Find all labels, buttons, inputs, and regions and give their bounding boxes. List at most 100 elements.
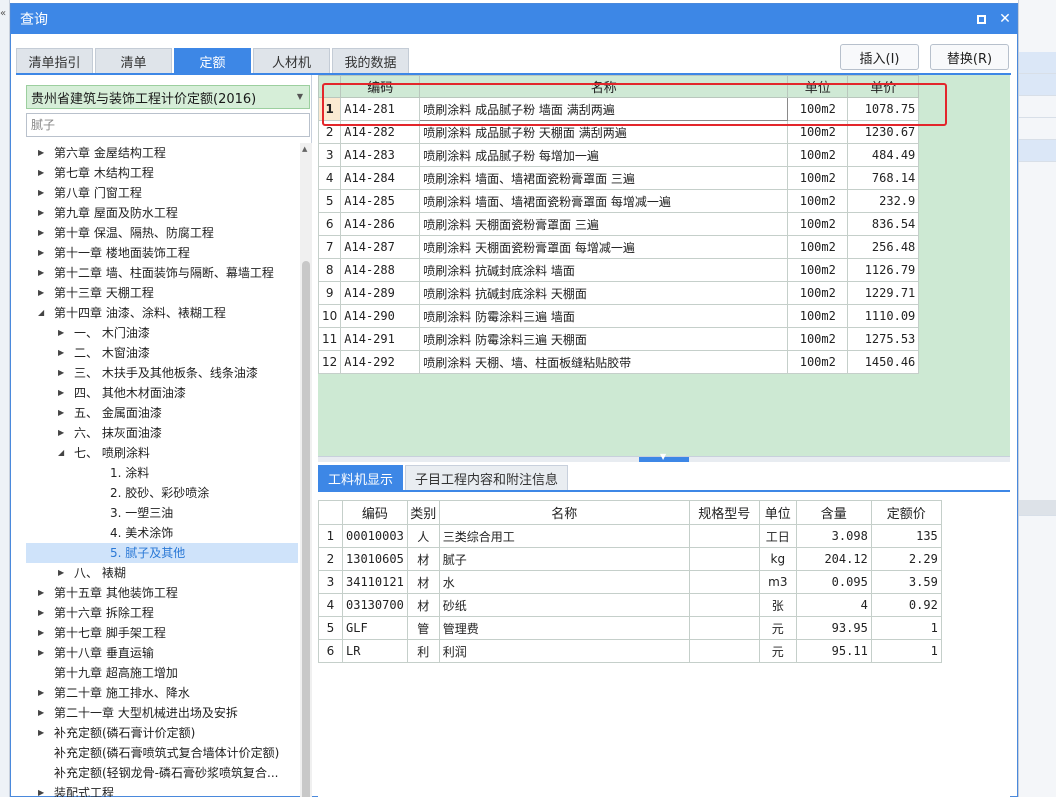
collapsed-arrow-icon[interactable]: ▶ <box>58 383 64 403</box>
tree-item[interactable]: ▶ 第十一章 楼地面装饰工程 <box>26 243 298 263</box>
table-row[interactable]: 2 A14-282 喷刷涂料 成品腻子粉 天棚面 满刮两遍 100m2 1230.67 <box>318 120 920 144</box>
resource-qty-cell[interactable]: 204.12 <box>795 547 872 571</box>
tree-item[interactable]: 补充定额(轻钢龙骨-磷石膏砂浆喷筑复合... <box>26 763 298 783</box>
quota-code-cell[interactable]: A14-281 <box>340 97 421 121</box>
table-row[interactable]: 5 GLF 管管理费 元 93.95 1 <box>318 616 942 640</box>
tree-item[interactable]: ▶ 四、 其他木材面油漆 <box>26 383 298 403</box>
tree-item[interactable]: 补充定额(磷石膏喷筑式复合墙体计价定额) <box>26 743 298 763</box>
resource-spec-cell[interactable] <box>688 593 760 617</box>
quota-library-select[interactable]: 贵州省建筑与装饰工程计价定额(2016) ▼ <box>26 85 310 109</box>
tree-item[interactable]: ▶ 第十章 保温、隔热、防腐工程 <box>26 223 298 243</box>
resource-price-cell[interactable]: 1 <box>870 639 942 663</box>
splitter-grip[interactable]: ▼ <box>639 452 689 462</box>
table-row[interactable]: 3 A14-283 喷刷涂料 成品腻子粉 每增加一遍 100m2 484.49 <box>318 143 920 167</box>
tree-item[interactable]: ▶ 三、 木扶手及其他板条、线条油漆 <box>26 363 298 383</box>
resource-qty-cell[interactable]: 93.95 <box>795 616 872 640</box>
collapsed-arrow-icon[interactable]: ▶ <box>38 163 44 183</box>
quota-code-cell[interactable]: A14-290 <box>340 304 421 328</box>
column-header-code[interactable]: 编码 <box>342 500 408 525</box>
tree-item[interactable]: ▶ 六、 抹灰面油漆 <box>26 423 298 443</box>
tab-labor-material-machine[interactable]: 人材机 <box>253 48 330 74</box>
resource-qty-cell[interactable]: 95.11 <box>795 639 872 663</box>
tree-item[interactable]: ▶ 第十七章 脚手架工程 <box>26 623 298 643</box>
quota-name-cell[interactable]: 喷刷涂料 天棚面瓷粉膏罩面 每增减一遍 <box>419 235 789 259</box>
tab-quota[interactable]: 定额 <box>174 48 251 74</box>
quota-code-cell[interactable]: A14-283 <box>340 143 421 167</box>
quota-name-cell[interactable]: 喷刷涂料 天棚、墙、柱面板缝粘贴胶带 <box>419 350 789 374</box>
resource-unit-cell[interactable]: m3 <box>758 570 797 594</box>
quota-price-cell[interactable]: 1275.53 <box>847 327 920 351</box>
scroll-up-icon[interactable]: ▲ <box>302 145 307 153</box>
table-row[interactable]: 9 A14-289 喷刷涂料 抗碱封底涂料 天棚面 100m2 1229.71 <box>318 281 920 305</box>
tab-bill-guide[interactable]: 清单指引 <box>16 48 93 74</box>
table-row[interactable]: 8 A14-288 喷刷涂料 抗碱封底涂料 墙面 100m2 1126.79 <box>318 258 920 282</box>
tree-item[interactable]: ▶ 第十八章 垂直运输 <box>26 643 298 663</box>
resource-price-cell[interactable]: 1 <box>870 616 942 640</box>
quota-price-cell[interactable]: 256.48 <box>847 235 920 259</box>
quota-unit-cell[interactable]: 100m2 <box>787 235 849 259</box>
search-input[interactable] <box>26 113 310 137</box>
quota-price-cell[interactable]: 1110.09 <box>847 304 920 328</box>
resource-name-cell[interactable]: 三类综合用工 <box>438 524 690 548</box>
quota-code-cell[interactable]: A14-288 <box>340 258 421 282</box>
collapsed-arrow-icon[interactable]: ▶ <box>38 683 44 703</box>
tree-item[interactable]: ▶ 第二十章 施工排水、降水 <box>26 683 298 703</box>
tree-item[interactable]: 4. 美术涂饰 <box>26 523 298 543</box>
resource-price-cell[interactable]: 0.92 <box>870 593 942 617</box>
quota-code-cell[interactable]: A14-289 <box>340 281 421 305</box>
tree-item[interactable]: ◢ 第十四章 油漆、涂料、裱糊工程 <box>26 303 298 323</box>
tree-item[interactable]: ▶ 补充定额(磷石膏计价定额) <box>26 723 298 743</box>
quota-code-cell[interactable]: A14-291 <box>340 327 421 351</box>
quota-unit-cell[interactable]: 100m2 <box>787 166 849 190</box>
quota-name-cell[interactable]: 喷刷涂料 成品腻子粉 天棚面 满刮两遍 <box>419 120 789 144</box>
resource-unit-cell[interactable]: 工日 <box>758 524 797 548</box>
resource-code-cell[interactable]: LR <box>342 639 408 663</box>
quota-unit-cell[interactable]: 100m2 <box>787 258 849 282</box>
insert-button[interactable]: 插入(I) <box>840 44 919 70</box>
resource-spec-cell[interactable] <box>688 570 760 594</box>
quota-unit-cell[interactable]: 100m2 <box>787 327 849 351</box>
resource-unit-cell[interactable]: kg <box>758 547 797 571</box>
quota-unit-cell[interactable]: 100m2 <box>787 120 849 144</box>
table-row[interactable]: 1 00010003 人三类综合用工 工日 3.098 135 <box>318 524 942 548</box>
quota-price-cell[interactable]: 1230.67 <box>847 120 920 144</box>
quota-code-cell[interactable]: A14-287 <box>340 235 421 259</box>
resource-unit-cell[interactable]: 元 <box>758 639 797 663</box>
restore-button[interactable] <box>969 11 993 27</box>
quota-name-cell[interactable]: 喷刷涂料 抗碱封底涂料 墙面 <box>419 258 789 282</box>
quota-name-cell[interactable]: 喷刷涂料 天棚面瓷粉膏罩面 三遍 <box>419 212 789 236</box>
panel-splitter[interactable]: ▼ <box>318 452 1010 462</box>
tree-item[interactable]: ▶ 第二十一章 大型机械进出场及安拆 <box>26 703 298 723</box>
resource-qty-cell[interactable]: 4 <box>795 593 872 617</box>
resource-type-cell[interactable]: 管 <box>406 616 440 640</box>
collapsed-arrow-icon[interactable]: ▶ <box>58 423 64 443</box>
tree-item[interactable]: ▶ 第九章 屋面及防水工程 <box>26 203 298 223</box>
quota-code-cell[interactable]: A14-284 <box>340 166 421 190</box>
column-header-type[interactable]: 类别 <box>406 500 440 525</box>
tree-scrollbar[interactable]: ▲ <box>300 143 312 797</box>
collapsed-arrow-icon[interactable]: ▶ <box>38 223 44 243</box>
quota-name-cell[interactable]: 喷刷涂料 墙面、墙裙面瓷粉膏罩面 三遍 <box>419 166 789 190</box>
resource-type-cell[interactable]: 材 <box>406 570 440 594</box>
quota-price-cell[interactable]: 1126.79 <box>847 258 920 282</box>
resource-price-cell[interactable]: 135 <box>870 524 942 548</box>
tree-item[interactable]: ▶ 第六章 金屋结构工程 <box>26 143 298 163</box>
collapsed-arrow-icon[interactable]: ▶ <box>38 263 44 283</box>
quota-unit-cell[interactable]: 100m2 <box>787 281 849 305</box>
tree-item[interactable]: 2. 胶砂、彩砂喷涂 <box>26 483 298 503</box>
tree-item[interactable]: ▶ 一、 木门油漆 <box>26 323 298 343</box>
quota-name-cell[interactable]: 喷刷涂料 成品腻子粉 每增加一遍 <box>419 143 789 167</box>
collapsed-arrow-icon[interactable]: ▶ <box>38 283 44 303</box>
collapsed-arrow-icon[interactable]: ▶ <box>38 783 44 797</box>
collapsed-arrow-icon[interactable]: ▶ <box>58 563 64 583</box>
quota-name-cell[interactable]: 喷刷涂料 成品腻子粉 墙面 满刮两遍 <box>419 97 789 121</box>
tree-item[interactable]: ▶ 第七章 木结构工程 <box>26 163 298 183</box>
column-header-quota-price[interactable]: 定额价 <box>870 500 942 525</box>
collapsed-arrow-icon[interactable]: ▶ <box>58 343 64 363</box>
tab-labor-material-display[interactable]: 工料机显示 <box>318 465 404 491</box>
resource-name-cell[interactable]: 水 <box>438 570 690 594</box>
collapsed-arrow-icon[interactable]: ▶ <box>38 703 44 723</box>
column-header-qty[interactable]: 含量 <box>795 500 872 525</box>
quota-name-cell[interactable]: 喷刷涂料 抗碱封底涂料 天棚面 <box>419 281 789 305</box>
resource-name-cell[interactable]: 腻子 <box>438 547 690 571</box>
